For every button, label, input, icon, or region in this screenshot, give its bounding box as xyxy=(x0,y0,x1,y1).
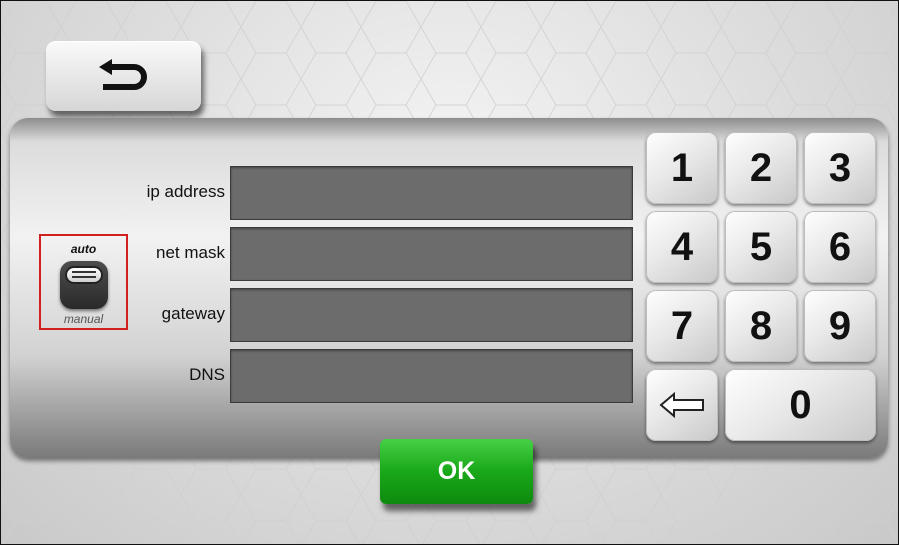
key-1[interactable]: 1 xyxy=(646,132,718,204)
key-4[interactable]: 4 xyxy=(646,211,718,283)
back-arrow-icon xyxy=(98,59,147,90)
back-button[interactable] xyxy=(46,41,201,111)
key-2[interactable]: 2 xyxy=(725,132,797,204)
key-0[interactable]: 0 xyxy=(725,369,876,441)
key-6[interactable]: 6 xyxy=(804,211,876,283)
network-settings-screen: ip address net mask gateway DNS auto man… xyxy=(0,0,899,545)
toggle-switch[interactable] xyxy=(60,261,108,309)
dns-label: DNS xyxy=(189,365,225,384)
net-mask-field[interactable] xyxy=(230,227,633,281)
auto-manual-toggle[interactable]: auto manual xyxy=(39,234,128,330)
gateway-field[interactable] xyxy=(230,288,633,342)
ip-address-label: ip address xyxy=(146,182,225,201)
ok-button[interactable]: OK xyxy=(380,439,533,504)
manual-label: manual xyxy=(63,312,104,326)
backspace-key[interactable] xyxy=(646,369,718,441)
key-9[interactable]: 9 xyxy=(804,290,876,362)
dns-field[interactable] xyxy=(230,349,633,403)
toggle-knob xyxy=(65,266,103,284)
left-arrow-icon xyxy=(659,392,704,418)
key-3[interactable]: 3 xyxy=(804,132,876,204)
ip-address-field[interactable] xyxy=(230,166,633,220)
key-8[interactable]: 8 xyxy=(725,290,797,362)
auto-label: auto xyxy=(70,242,97,256)
key-5[interactable]: 5 xyxy=(725,211,797,283)
key-7[interactable]: 7 xyxy=(646,290,718,362)
